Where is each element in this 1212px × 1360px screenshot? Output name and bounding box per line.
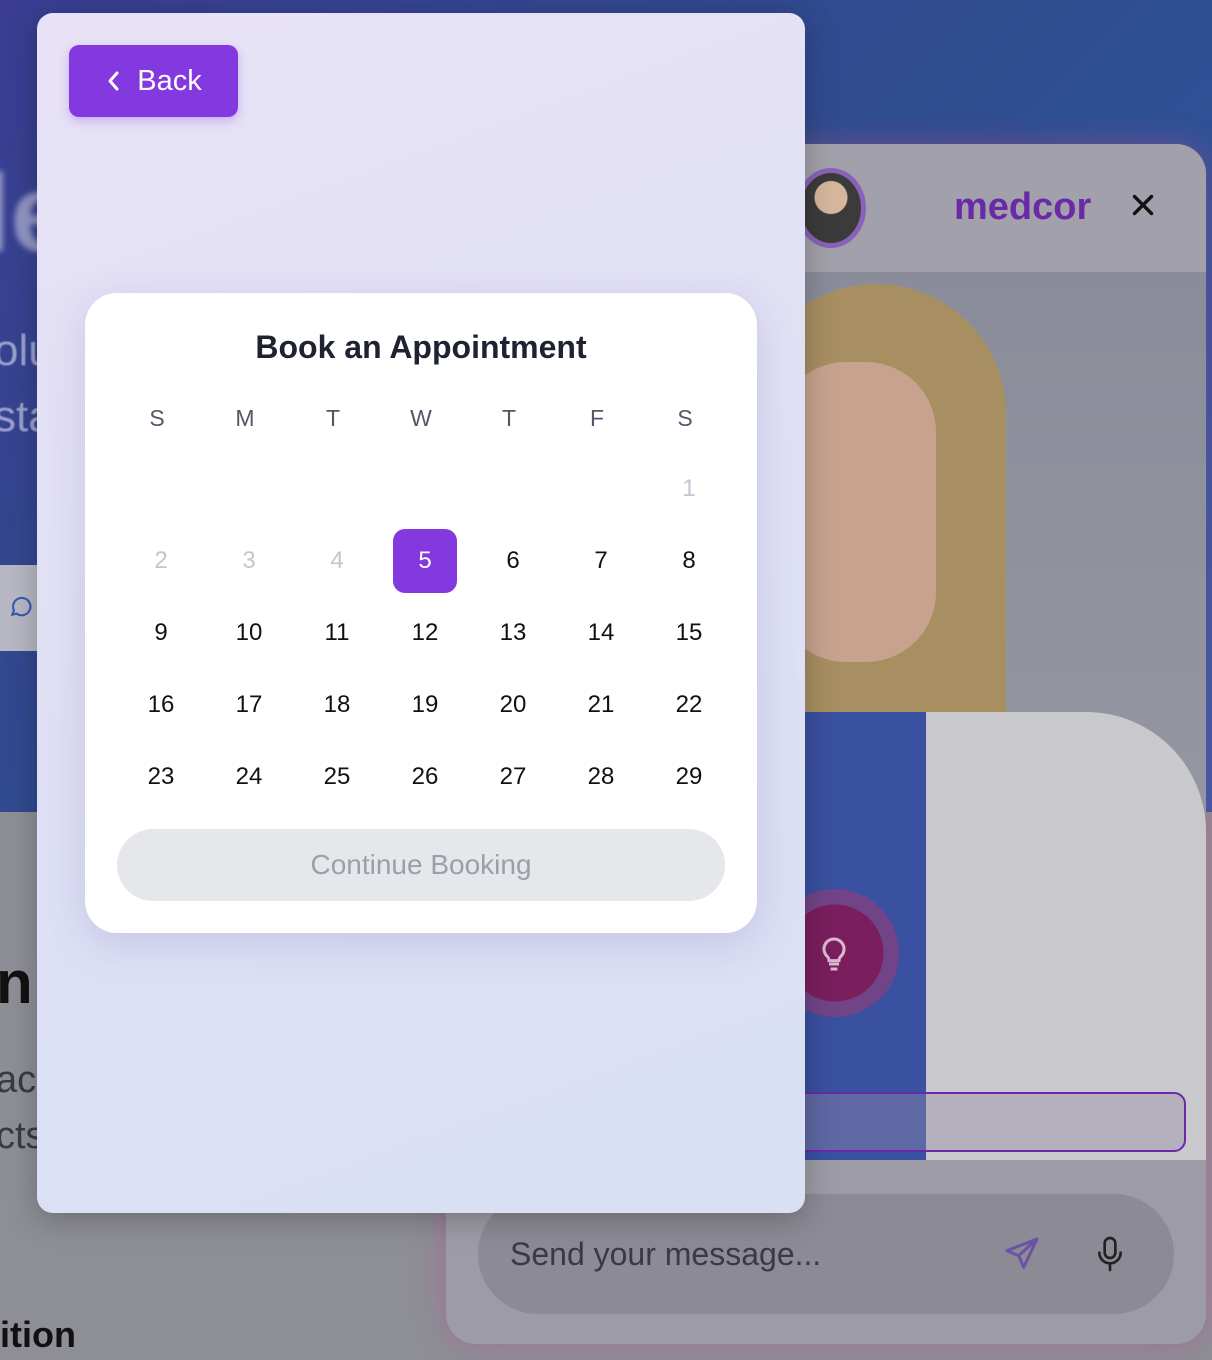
weekday-label: F bbox=[589, 405, 605, 431]
calendar-day[interactable]: 7 bbox=[569, 529, 633, 593]
calendar-day: 3 bbox=[217, 529, 281, 593]
calendar-day[interactable]: 28 bbox=[569, 745, 633, 809]
chat-launcher-chip[interactable] bbox=[0, 565, 38, 651]
footer-heading: ition bbox=[0, 1314, 76, 1355]
send-icon[interactable] bbox=[1002, 1234, 1042, 1274]
close-icon[interactable] bbox=[1126, 188, 1160, 222]
weekday-label: T bbox=[501, 405, 517, 431]
weekday-label: S bbox=[149, 405, 165, 431]
calendar-day[interactable]: 12 bbox=[393, 601, 457, 665]
calendar-day[interactable]: 21 bbox=[569, 673, 633, 737]
microphone-icon[interactable] bbox=[1094, 1234, 1126, 1274]
calendar-day: 1 bbox=[657, 457, 721, 521]
calendar-day[interactable]: 5 bbox=[393, 529, 457, 593]
avatar bbox=[796, 168, 866, 248]
message-input[interactable] bbox=[510, 1232, 970, 1276]
calendar-day[interactable]: 22 bbox=[657, 673, 721, 737]
section-heading: n bbox=[0, 949, 33, 1016]
section-text: ac cts bbox=[0, 1059, 40, 1157]
calendar-day[interactable]: 14 bbox=[569, 601, 633, 665]
calendar-day[interactable]: 27 bbox=[481, 745, 545, 809]
calendar-day: 2 bbox=[129, 529, 193, 593]
calendar-day[interactable]: 24 bbox=[217, 745, 281, 809]
calendar-day[interactable]: 9 bbox=[129, 601, 193, 665]
calendar-day[interactable]: 10 bbox=[217, 601, 281, 665]
weekday-header: S M T W T F S bbox=[113, 405, 729, 432]
calendar-day[interactable]: 26 bbox=[393, 745, 457, 809]
back-label: Back bbox=[137, 64, 202, 97]
calendar-day[interactable]: 13 bbox=[481, 601, 545, 665]
calendar-title: Book an Appointment bbox=[255, 329, 587, 365]
calendar-day[interactable]: 20 bbox=[481, 673, 545, 737]
calendar-day[interactable]: 18 bbox=[305, 673, 369, 737]
calendar-day[interactable]: 11 bbox=[305, 601, 369, 665]
weekday-label: W bbox=[410, 405, 432, 431]
weekday-label: T bbox=[325, 405, 341, 431]
chat-bubble-icon bbox=[8, 593, 34, 619]
calendar-day[interactable]: 25 bbox=[305, 745, 369, 809]
calendar-card: Book an Appointment S M T W T F S 123456… bbox=[85, 293, 757, 933]
calendar-day[interactable]: 23 bbox=[129, 745, 193, 809]
weekday-label: S bbox=[677, 405, 693, 431]
calendar-day[interactable]: 29 bbox=[657, 745, 721, 809]
booking-modal: Back Book an Appointment S M T W T F S 1… bbox=[37, 13, 805, 1213]
calendar-day[interactable]: 15 bbox=[657, 601, 721, 665]
suggestion-chip[interactable] bbox=[776, 1092, 1186, 1152]
chat-brand: medcor bbox=[954, 186, 1092, 228]
continue-booking-button[interactable]: Continue Booking bbox=[117, 829, 725, 901]
calendar-day[interactable]: 16 bbox=[129, 673, 193, 737]
calendar-day: 4 bbox=[305, 529, 369, 593]
back-button[interactable]: Back bbox=[69, 45, 238, 117]
calendar-day[interactable]: 6 bbox=[481, 529, 545, 593]
calendar-day[interactable]: 17 bbox=[217, 673, 281, 737]
calendar-day[interactable]: 19 bbox=[393, 673, 457, 737]
calendar-day[interactable]: 8 bbox=[657, 529, 721, 593]
weekday-label: M bbox=[235, 405, 255, 431]
lightbulb-icon bbox=[814, 934, 854, 974]
calendar-grid: 1 2 3 4 5 6 7 8 9 10 11 12 13 14 15 16 17 18 19 20 21 22 23 24 2… bbox=[117, 453, 733, 813]
chevron-left-icon bbox=[108, 71, 119, 91]
